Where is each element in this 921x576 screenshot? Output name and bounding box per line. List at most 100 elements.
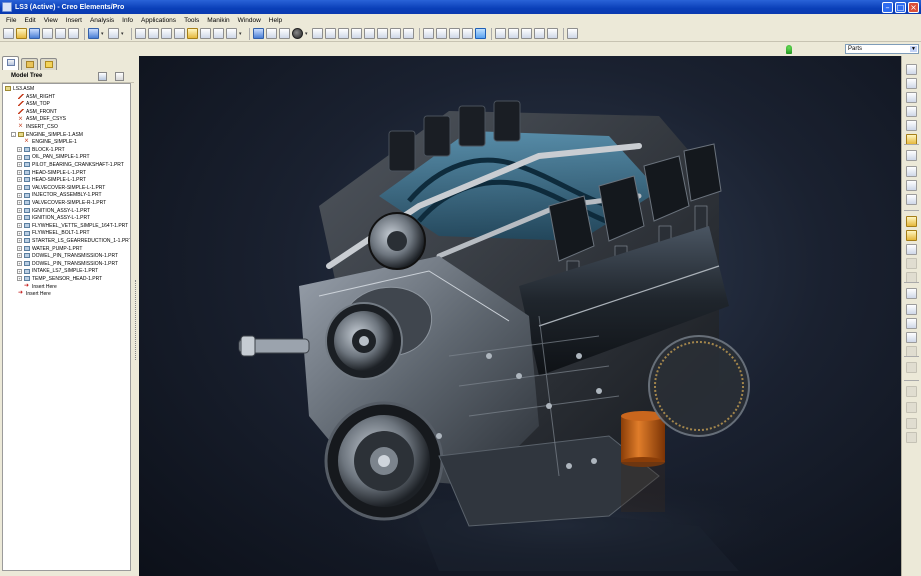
menu-file[interactable]: File — [2, 17, 20, 24]
tree-item[interactable]: + INTAKE_LS7_SIMPLE-1.PRT — [17, 268, 98, 276]
find-icon[interactable] — [213, 28, 224, 39]
insert-here-marker[interactable]: ➜ Insert Here — [11, 290, 51, 299]
sketch-icon[interactable] — [906, 64, 917, 75]
datum-axes-icon[interactable] — [508, 28, 519, 39]
tree-item[interactable]: + HEAD-SIMPLE-L-1.PRT — [17, 177, 86, 185]
save-icon[interactable] — [29, 28, 40, 39]
refit-icon[interactable] — [351, 28, 362, 39]
chamfer-icon[interactable] — [906, 332, 917, 343]
tree-settings-icon[interactable] — [98, 72, 107, 81]
tab-folder-browser[interactable] — [21, 58, 38, 70]
zoom-out-icon[interactable] — [338, 28, 349, 39]
tree-item[interactable]: + PILOT_BEARING_CRANKSHAFT-1.PRT — [17, 162, 124, 170]
analysis-icon[interactable] — [906, 150, 917, 161]
expand-icon[interactable]: + — [17, 146, 22, 152]
hole-icon[interactable] — [906, 304, 917, 315]
orient-mode-icon[interactable] — [312, 28, 323, 39]
wireframe-icon[interactable] — [423, 28, 434, 39]
create-component-icon[interactable] — [906, 230, 917, 241]
appearance-icon[interactable] — [292, 28, 303, 39]
repeat-icon[interactable] — [906, 244, 917, 255]
select-box-icon[interactable] — [226, 28, 237, 39]
maximize-icon[interactable]: □ — [895, 1, 906, 13]
select-dropdown-icon[interactable]: ▾ — [239, 31, 243, 37]
csys-icon[interactable] — [534, 28, 545, 39]
undo-icon[interactable] — [88, 28, 99, 39]
redo-dropdown-icon[interactable]: ▾ — [121, 31, 125, 37]
datum-planes-icon[interactable] — [495, 28, 506, 39]
tree-item[interactable]: + INJECTOR_ASSEMBLY-1.PRT — [17, 192, 102, 200]
saved-views-icon[interactable] — [377, 28, 388, 39]
plane-icon[interactable] — [906, 78, 917, 89]
draft-icon[interactable] — [906, 418, 917, 429]
sash-grip[interactable] — [135, 280, 138, 360]
no-hidden-icon[interactable] — [449, 28, 460, 39]
regenerate-icon[interactable] — [187, 28, 198, 39]
tree-item[interactable]: ⨯ INSERT_CSO — [11, 123, 58, 132]
expand-icon[interactable]: + — [17, 268, 22, 274]
menu-help[interactable]: Help — [265, 17, 286, 24]
repaint-icon[interactable] — [266, 28, 277, 39]
tree-item[interactable]: + VALVECOVER-SIMPLE-L-1.PRT — [17, 185, 105, 193]
send-icon[interactable] — [68, 28, 79, 39]
reorient-icon[interactable] — [364, 28, 375, 39]
enhanced-realism-icon[interactable] — [475, 28, 486, 39]
zoom-in-icon[interactable] — [325, 28, 336, 39]
mirror-icon[interactable] — [906, 258, 917, 269]
print-icon[interactable] — [42, 28, 53, 39]
layers-icon[interactable] — [390, 28, 401, 39]
tree-item[interactable]: LS3.ASM — [5, 86, 34, 94]
tree-item[interactable]: + DOWEL_PIN_TRANSMISSION-1.PRT — [17, 253, 118, 261]
extrude-icon[interactable] — [906, 362, 917, 373]
email-icon[interactable] — [55, 28, 66, 39]
expand-icon[interactable]: + — [17, 192, 22, 198]
expand-icon[interactable]: + — [17, 222, 22, 228]
panel-sash[interactable] — [135, 280, 138, 360]
tree-columns-icon[interactable] — [115, 72, 124, 81]
tree-item[interactable]: + FLYWHEEL_BOLT-1.PRT — [17, 230, 90, 238]
tree-item[interactable]: + OIL_PAN_SIMPLE-1.PRT — [17, 154, 90, 162]
close-icon[interactable]: × — [908, 1, 919, 13]
regenerate-manager-icon[interactable] — [200, 28, 211, 39]
expand-icon[interactable]: + — [17, 154, 22, 160]
view-icon[interactable] — [253, 28, 264, 39]
tree-item[interactable]: + WATER_PUMP-1.PRT — [17, 246, 82, 254]
tree-item[interactable]: + BLOCK-1.PRT — [17, 147, 65, 155]
tree-item[interactable]: + TEMP_SENSOR_HEAD-1.PRT — [17, 276, 102, 284]
blend-icon[interactable] — [906, 402, 917, 413]
menu-info[interactable]: Info — [118, 17, 137, 24]
tree-item[interactable]: + STARTER_LS_GEARREDUCTION_1-1.PRT — [17, 238, 130, 246]
round-icon[interactable] — [906, 318, 917, 329]
menu-window[interactable]: Window — [234, 17, 265, 24]
explode-icon[interactable] — [906, 288, 917, 299]
tree-item[interactable]: + IGNITION_ASSY-L-1.PRT — [17, 215, 90, 223]
tab-favorites[interactable] — [40, 58, 57, 70]
tree-item[interactable]: + IGNITION_ASSY-L-1.PRT — [17, 208, 90, 216]
point-icon[interactable] — [906, 120, 917, 131]
engine-model[interactable] — [139, 56, 901, 576]
tree-item[interactable]: ASM_TOP — [11, 101, 50, 109]
new-icon[interactable] — [3, 28, 14, 39]
tree-item[interactable]: ASM_RIGHT — [11, 94, 55, 102]
selection-filter-select[interactable]: Parts ▼ — [845, 44, 919, 54]
shading-icon[interactable] — [462, 28, 473, 39]
expand-icon[interactable]: + — [17, 200, 22, 206]
expand-icon[interactable]: + — [17, 215, 22, 221]
collapse-icon[interactable]: - — [11, 131, 16, 137]
menu-tools[interactable]: Tools — [180, 17, 203, 24]
menu-view[interactable]: View — [40, 17, 62, 24]
cut-icon[interactable] — [135, 28, 146, 39]
expand-icon[interactable]: + — [17, 207, 22, 213]
tree-item[interactable]: ⨯ ENGINE_SIMPLE-1 — [17, 138, 77, 147]
minimize-icon[interactable]: – — [882, 1, 893, 13]
graphics-window[interactable] — [139, 56, 901, 576]
menu-manikin[interactable]: Manikin — [203, 17, 233, 24]
component-icon[interactable] — [906, 216, 917, 227]
view-manager-icon[interactable] — [403, 28, 414, 39]
annotations-icon[interactable] — [547, 28, 558, 39]
shell-icon[interactable] — [906, 432, 917, 443]
appearance-dropdown-icon[interactable]: ▾ — [305, 31, 309, 37]
expand-icon[interactable]: + — [17, 184, 22, 190]
open-icon[interactable] — [16, 28, 27, 39]
undo-dropdown-icon[interactable]: ▾ — [101, 31, 105, 37]
